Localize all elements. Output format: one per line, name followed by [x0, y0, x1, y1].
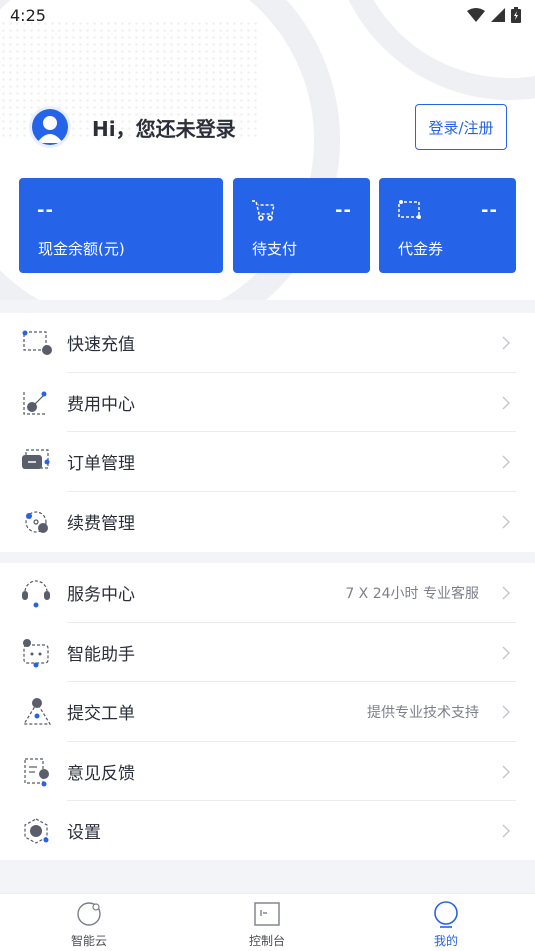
- menu-item-submit-ticket[interactable]: 提交工单 提供专业技术支持: [0, 682, 535, 742]
- nav-tab-label: 智能云: [70, 934, 107, 948]
- chevron-right-icon: [502, 336, 510, 350]
- menu-item-settings[interactable]: 设置: [0, 801, 535, 861]
- nav-tab-console[interactable]: 控制台: [227, 900, 307, 949]
- wifi-icon: [467, 8, 485, 22]
- chevron-right-icon: [502, 515, 510, 528]
- pending-payment-label: 待支付: [252, 240, 298, 258]
- chevron-right-icon: [502, 765, 510, 778]
- menu-item-feedback[interactable]: 意见反馈: [0, 742, 535, 802]
- chevron-right-icon: [502, 646, 510, 659]
- menu-item-label: 意见反馈: [67, 763, 135, 784]
- cart-icon: [252, 200, 275, 221]
- menu-item-quick-recharge[interactable]: 快速充值: [0, 313, 535, 373]
- ticket-icon: [22, 698, 52, 725]
- menu-item-label: 费用中心: [67, 394, 135, 415]
- pending-payment-value: --: [335, 200, 352, 221]
- service-menu: 服务中心 7 X 24小时 专业客服 智能助手 提交工单 提供专业技术支持 意见…: [0, 563, 535, 860]
- avatar[interactable]: [32, 109, 68, 145]
- console-icon: [254, 902, 280, 926]
- login-register-button[interactable]: 登录/注册: [415, 104, 507, 150]
- user-avatar-icon: [37, 116, 63, 143]
- account-cards: -- 现金余额(元) -- 待支付 -- 代金券: [19, 178, 516, 273]
- pending-payment-card[interactable]: -- 待支付: [233, 178, 370, 273]
- order-icon: [22, 449, 50, 469]
- status-bar: 4:25: [0, 0, 535, 30]
- cash-balance-value: --: [37, 200, 54, 221]
- signal-icon: [491, 8, 505, 22]
- menu-item-label: 快速充值: [67, 335, 135, 356]
- menu-item-service-center[interactable]: 服务中心 7 X 24小时 专业客服: [0, 563, 535, 623]
- chevron-right-icon: [502, 824, 510, 838]
- greeting-text: Hi，您还未登录: [92, 116, 236, 141]
- menu-item-renewal-management[interactable]: 续费管理: [0, 492, 535, 552]
- profile-icon: [434, 901, 458, 928]
- bottom-navigation: 智能云 控制台 我的: [0, 893, 535, 951]
- menu-item-cost-center[interactable]: 费用中心: [0, 373, 535, 433]
- user-row: Hi，您还未登录 登录/注册: [32, 104, 507, 150]
- cash-balance-label: 现金余额(元): [38, 240, 125, 258]
- menu-item-description: 7 X 24小时 专业客服: [345, 585, 479, 602]
- chevron-right-icon: [502, 586, 510, 600]
- menu-item-label: 订单管理: [67, 454, 135, 475]
- battery-icon: [511, 7, 521, 23]
- cash-balance-card[interactable]: -- 现金余额(元): [19, 178, 223, 273]
- voucher-card[interactable]: -- 代金券: [379, 178, 516, 273]
- menu-item-label: 提交工单: [67, 704, 135, 725]
- voucher-icon: [398, 200, 421, 219]
- finance-menu: 快速充值 费用中心 订单管理 续费管理: [0, 313, 535, 552]
- chevron-right-icon: [502, 455, 510, 469]
- nav-tab-mine[interactable]: 我的: [406, 900, 486, 949]
- status-icons: [467, 7, 521, 23]
- voucher-value: --: [481, 200, 498, 221]
- cost-chart-icon: [23, 391, 47, 415]
- recharge-icon: [22, 330, 52, 355]
- menu-item-label: 服务中心: [67, 585, 135, 606]
- chevron-right-icon: [502, 705, 510, 719]
- menu-item-label: 续费管理: [67, 513, 135, 534]
- menu-item-description: 提供专业技术支持: [367, 704, 479, 721]
- headset-icon: [22, 580, 50, 608]
- menu-item-label: 智能助手: [67, 644, 135, 665]
- menu-item-smart-assistant[interactable]: 智能助手: [0, 623, 535, 683]
- nav-tab-smart-cloud[interactable]: 智能云: [49, 900, 129, 949]
- menu-item-label: 设置: [67, 823, 101, 844]
- settings-icon: [24, 818, 49, 844]
- voucher-label: 代金券: [398, 240, 444, 258]
- menu-item-order-management[interactable]: 订单管理: [0, 432, 535, 492]
- my-page: 4:25 Hi，您还未登录 登录/注册 -- 现金余额(元) -- 待支付 --…: [0, 0, 535, 951]
- robot-icon: [23, 638, 49, 667]
- feedback-icon: [24, 757, 49, 786]
- nav-tab-label: 我的: [433, 934, 458, 948]
- status-time: 4:25: [10, 5, 46, 25]
- nav-tab-label: 控制台: [248, 934, 285, 948]
- chevron-right-icon: [502, 396, 510, 409]
- renew-icon: [25, 510, 48, 533]
- cloud-icon: [77, 902, 101, 926]
